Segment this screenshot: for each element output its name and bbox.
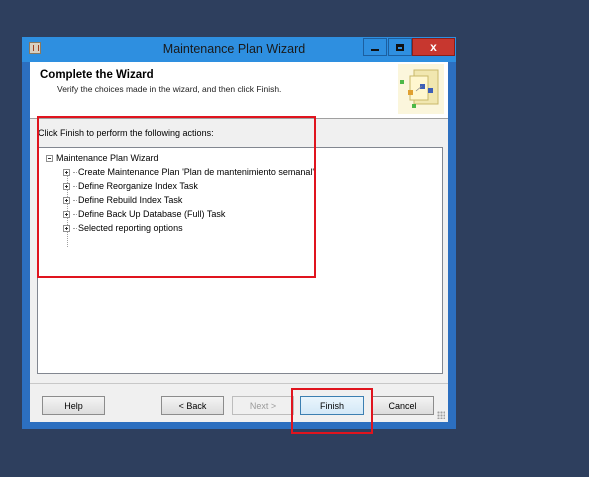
tree-item-label: Define Reorganize Index Task bbox=[78, 181, 198, 191]
next-button[interactable]: Next > bbox=[232, 396, 294, 415]
tree-connector bbox=[73, 171, 77, 173]
tree-item[interactable]: Selected reporting options bbox=[63, 221, 183, 235]
back-button[interactable]: < Back bbox=[161, 396, 224, 415]
expand-icon[interactable] bbox=[63, 224, 70, 232]
expand-icon[interactable] bbox=[63, 210, 70, 218]
tree-item[interactable]: Create Maintenance Plan 'Plan de manteni… bbox=[63, 165, 314, 179]
collapse-icon[interactable] bbox=[46, 154, 53, 162]
button-separator bbox=[30, 383, 448, 384]
maintenance-plan-wizard-window: Maintenance Plan Wizard x Complete the W… bbox=[22, 37, 456, 429]
help-button[interactable]: Help bbox=[42, 396, 105, 415]
tree-connector bbox=[73, 185, 77, 187]
page-subtitle: Verify the choices made in the wizard, a… bbox=[57, 84, 282, 94]
actions-tree[interactable]: Maintenance Plan Wizard Create Maintenan… bbox=[37, 147, 443, 374]
tree-item-label: Define Back Up Database (Full) Task bbox=[78, 209, 226, 219]
actions-prompt: Click Finish to perform the following ac… bbox=[38, 128, 214, 138]
minimize-button[interactable] bbox=[363, 38, 387, 56]
tree-root-label: Maintenance Plan Wizard bbox=[56, 153, 159, 163]
expand-icon[interactable] bbox=[63, 196, 70, 204]
expand-icon[interactable] bbox=[63, 182, 70, 190]
tree-connector bbox=[73, 199, 77, 201]
tree-item-label: Create Maintenance Plan 'Plan de manteni… bbox=[78, 167, 315, 177]
close-button[interactable]: x bbox=[412, 38, 455, 56]
resize-grip-icon[interactable] bbox=[437, 411, 445, 419]
tree-item[interactable]: Define Back Up Database (Full) Task bbox=[63, 207, 225, 221]
minimize-icon bbox=[371, 49, 379, 51]
maximize-button[interactable] bbox=[388, 38, 412, 56]
expand-icon[interactable] bbox=[63, 168, 70, 176]
tree-item-label: Selected reporting options bbox=[78, 223, 183, 233]
wizard-header: Complete the Wizard Verify the choices m… bbox=[30, 62, 448, 119]
wizard-body: Click Finish to perform the following ac… bbox=[30, 119, 448, 422]
tree-item[interactable]: Define Reorganize Index Task bbox=[63, 179, 198, 193]
tree-connector bbox=[73, 213, 77, 215]
tree-item-label: Define Rebuild Index Task bbox=[78, 195, 183, 205]
tree-item[interactable]: Define Rebuild Index Task bbox=[63, 193, 182, 207]
title-bar[interactable]: Maintenance Plan Wizard x bbox=[22, 37, 456, 62]
cancel-button[interactable]: Cancel bbox=[371, 396, 434, 415]
tree-root[interactable]: Maintenance Plan Wizard bbox=[46, 151, 159, 165]
page-title: Complete the Wizard bbox=[40, 69, 154, 81]
close-icon: x bbox=[430, 40, 437, 54]
finish-button[interactable]: Finish bbox=[300, 396, 364, 415]
maximize-icon bbox=[396, 43, 404, 51]
tree-connector bbox=[73, 227, 77, 229]
wizard-header-image bbox=[398, 64, 444, 114]
